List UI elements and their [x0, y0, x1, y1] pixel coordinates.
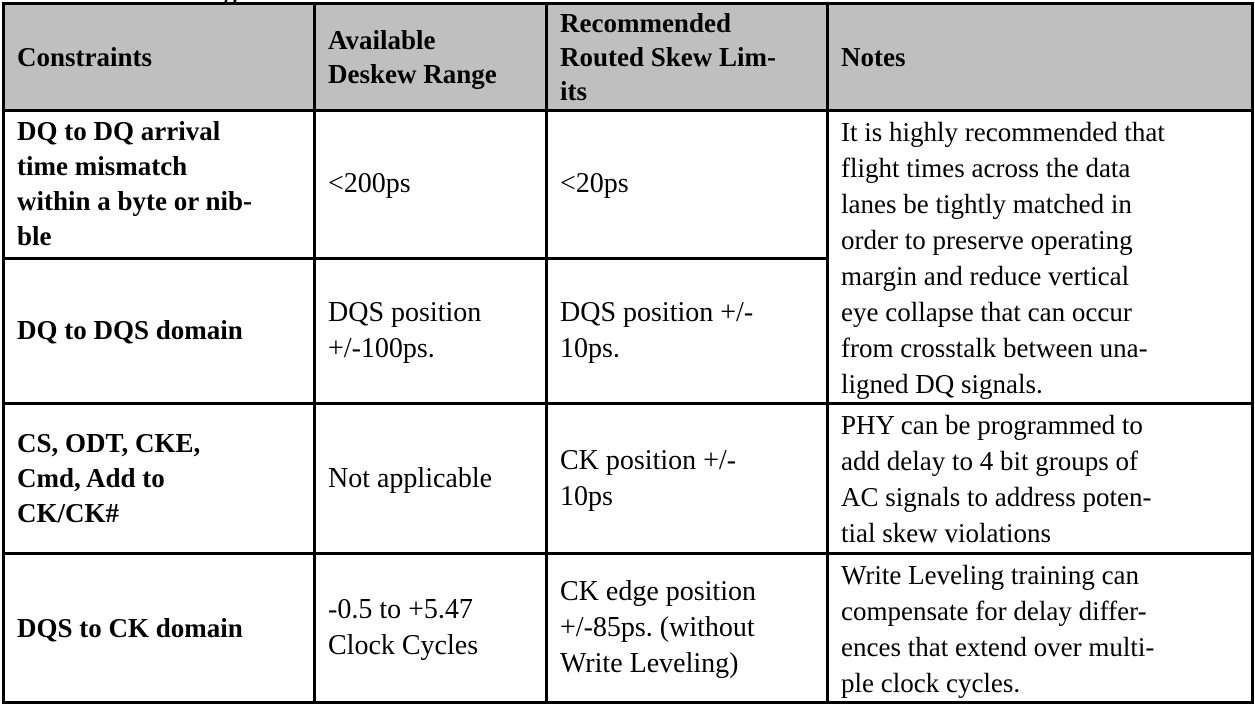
- deskew-range-text: DQS position +/-100ps.: [328, 296, 482, 364]
- constraint-text: DQS to CK domain: [17, 612, 243, 643]
- header-deskew-range: Available Deskew Range: [313, 2, 548, 112]
- header-constraints-label: Constraints: [17, 42, 153, 72]
- deskew-range-text: Not applicable: [328, 462, 493, 494]
- header-notes-label: Notes: [841, 42, 906, 72]
- header-routed-skew-limits-label: Recommended Routed Skew Lim- its: [560, 8, 777, 106]
- header-routed-skew-limits: Recommended Routed Skew Lim- its: [545, 2, 829, 112]
- constraint-cell: DQ to DQ arrival time mismatch within a …: [2, 109, 316, 260]
- routed-skew-limit-cell: CK position +/- 10ps: [545, 402, 829, 555]
- deskew-range-cell: DQS position +/-100ps.: [313, 256, 548, 406]
- deskew-range-text: <200ps: [328, 168, 411, 200]
- routed-skew-limit-text: CK position +/- 10ps: [560, 444, 737, 512]
- notes-cell: It is highly recommended that flight tim…: [826, 109, 1254, 405]
- table-row: DQS to CK domain -0.5 to +5.47 Clock Cyc…: [2, 552, 1254, 704]
- notes-text: PHY can be programmed to add delay to 4 …: [841, 410, 1152, 548]
- skew-constraints-table: Constraints Available Deskew Range Recom…: [2, 2, 1254, 704]
- notes-text: It is highly recommended that flight tim…: [841, 117, 1165, 399]
- table-row: DQ to DQ arrival time mismatch within a …: [2, 109, 1254, 405]
- header-notes: Notes: [826, 2, 1254, 112]
- header-row: Constraints Available Deskew Range Recom…: [2, 2, 1254, 112]
- deskew-range-cell: Not applicable: [313, 402, 548, 555]
- header-deskew-range-label: Available Deskew Range: [328, 25, 497, 89]
- notes-cell: PHY can be programmed to add delay to 4 …: [826, 402, 1254, 555]
- constraint-cell: DQS to CK domain: [2, 552, 316, 704]
- constraint-text: DQ to DQ arrival time mismatch within a …: [17, 116, 253, 252]
- routed-skew-limit-cell: DQS position +/- 10ps.: [545, 256, 829, 406]
- routed-skew-limit-cell: CK edge position +/-85ps. (without Write…: [545, 552, 829, 704]
- notes-text: Write Leveling training can compensate f…: [841, 560, 1155, 698]
- routed-skew-limit-text: CK edge position +/-85ps. (without Write…: [560, 576, 756, 679]
- constraint-text: DQ to DQS domain: [17, 315, 243, 346]
- deskew-range-cell: -0.5 to +5.47 Clock Cycles: [313, 552, 548, 704]
- constraint-cell: DQ to DQS domain: [2, 256, 316, 406]
- notes-cell: Write Leveling training can compensate f…: [826, 552, 1254, 704]
- routed-skew-limit-text: <20ps: [560, 168, 629, 200]
- deskew-range-text: -0.5 to +5.47 Clock Cycles: [328, 594, 479, 661]
- constraint-text: CS, ODT, CKE, Cmd, Add to CK/CK#: [17, 428, 201, 528]
- constraint-cell: CS, ODT, CKE, Cmd, Add to CK/CK#: [2, 402, 316, 555]
- routed-skew-limit-cell: <20ps: [545, 109, 829, 260]
- table-row: CS, ODT, CKE, Cmd, Add to CK/CK# Not app…: [2, 402, 1254, 555]
- header-constraints: Constraints: [2, 2, 316, 112]
- deskew-range-cell: <200ps: [313, 109, 548, 260]
- routed-skew-limit-text: DQS position +/- 10ps.: [560, 296, 754, 364]
